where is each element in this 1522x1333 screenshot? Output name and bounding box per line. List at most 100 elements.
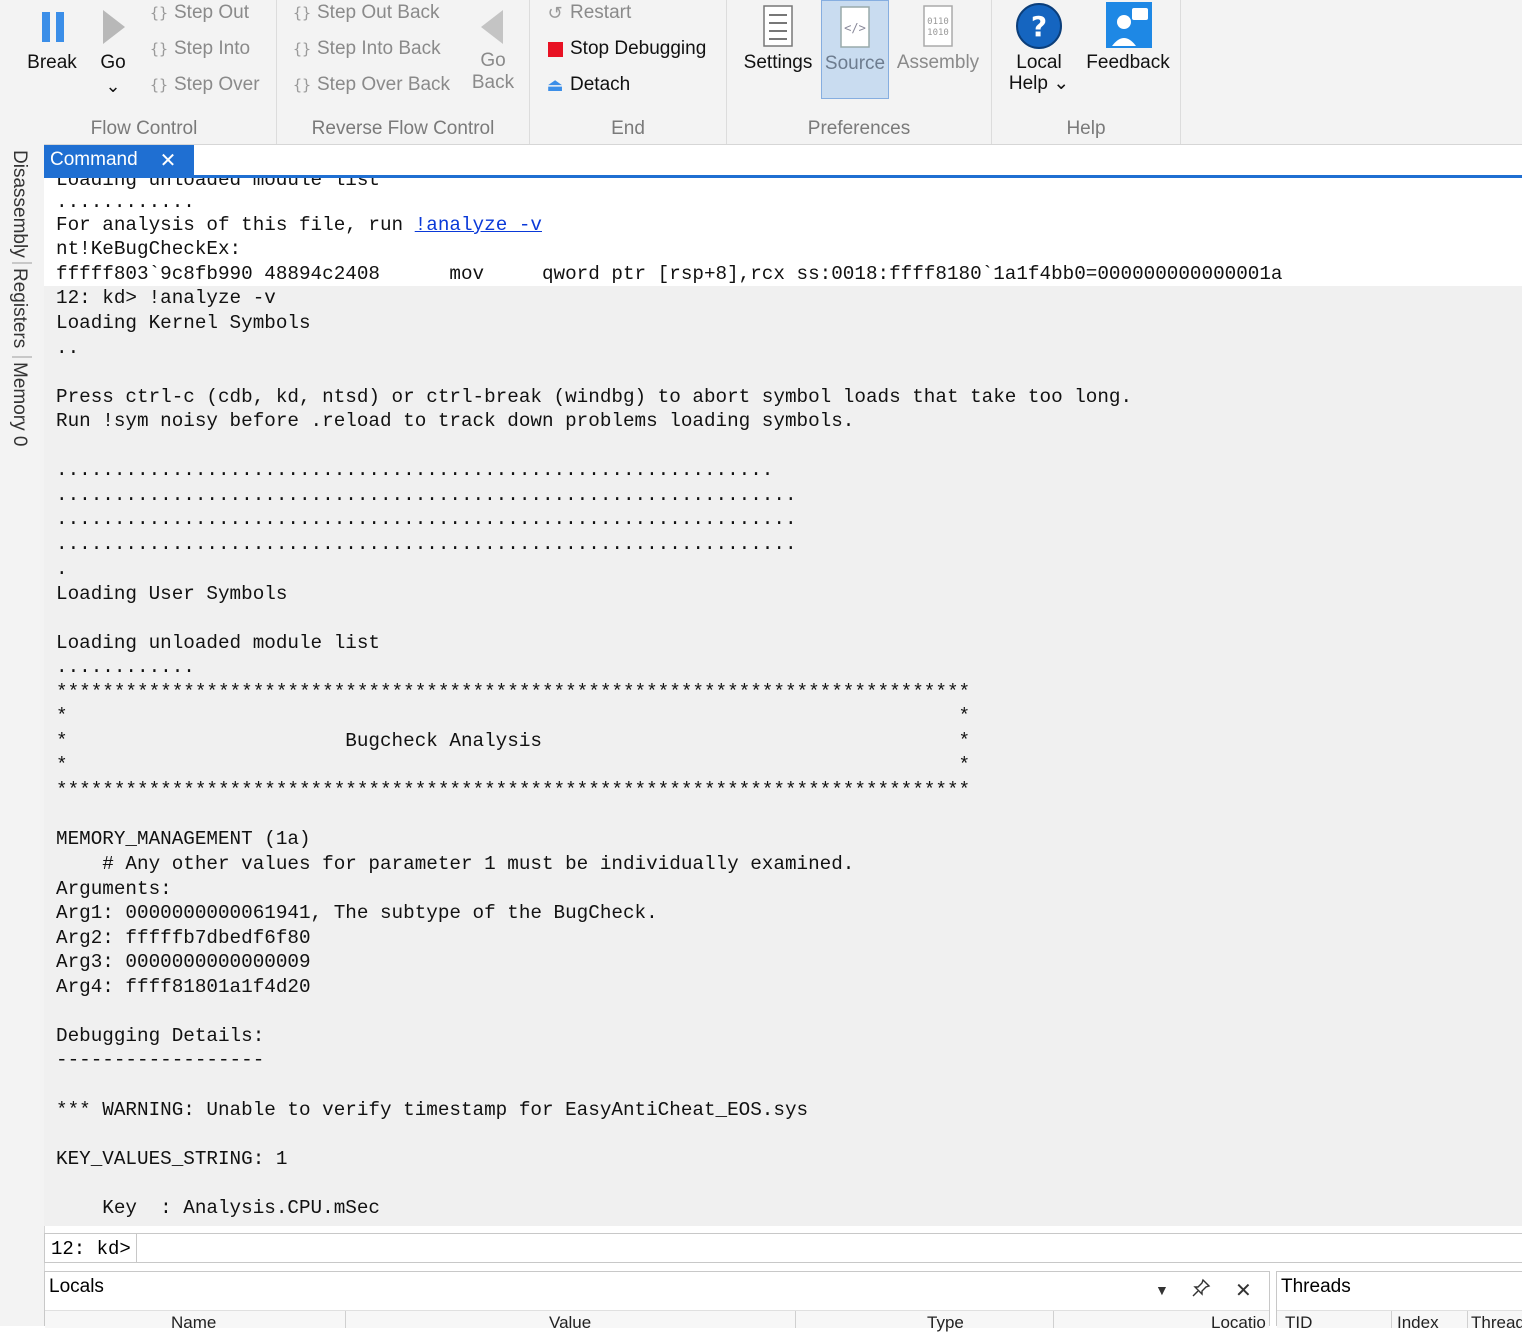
- flow-control-group: Break Go ⌄ {} Step Out {} Step Into {} Step…: [12, 0, 277, 144]
- play-back-icon: [481, 10, 503, 44]
- output-line: Arguments:: [56, 878, 172, 900]
- output-line: ------------------: [56, 1049, 265, 1071]
- tab-divider: [12, 262, 32, 264]
- step-over-back-button[interactable]: {} Step Over Back: [291, 74, 450, 96]
- feedback-icon: [1106, 2, 1152, 48]
- output-line: For analysis of this file, run !analyze …: [56, 214, 542, 236]
- close-icon[interactable]: ✕: [1235, 1278, 1252, 1303]
- step-into-back-button[interactable]: {} Step Into Back: [291, 38, 441, 60]
- output-line: Loading Kernel Symbols: [56, 312, 311, 334]
- column-header-type[interactable]: Type: [927, 1313, 964, 1333]
- output-line: ........................................…: [56, 484, 797, 506]
- column-divider[interactable]: [795, 1311, 796, 1328]
- step-into-button[interactable]: {} Step Into: [148, 38, 250, 60]
- output-line: fffff803`9c8fb990 48894c2408 mov qword p…: [56, 263, 1283, 285]
- output-line: Arg3: 0000000000000009: [56, 951, 311, 973]
- source-button[interactable]: </> Source: [821, 0, 889, 99]
- step-into-back-icon: {}: [292, 40, 312, 58]
- output-line: ............: [56, 656, 195, 678]
- step-out-button[interactable]: {} Step Out: [148, 2, 249, 24]
- threads-panel: Threads TID Index Thread: [1276, 1271, 1522, 1328]
- svg-text:?: ?: [1031, 10, 1047, 43]
- column-divider[interactable]: [1053, 1311, 1054, 1328]
- command-output[interactable]: Loading unloaded module list ...........…: [44, 178, 1522, 1226]
- output-line: Arg4: ffff81801a1f4d20: [56, 976, 311, 998]
- pin-icon-shape: [1192, 1278, 1211, 1297]
- step-out-icon: {}: [149, 4, 169, 22]
- side-tab-strip: Disassembly Registers Memory 0: [0, 144, 45, 1326]
- restart-button[interactable]: ↺ Restart: [544, 2, 631, 24]
- assembly-button[interactable]: 0110 1010 Assembly: [895, 0, 981, 74]
- output-line: * *: [56, 705, 971, 727]
- step-over-button[interactable]: {} Step Over: [148, 74, 260, 96]
- step-out-back-icon: {}: [292, 4, 312, 22]
- command-input-bar: 12: kd>: [44, 1233, 1522, 1263]
- output-line: MEMORY_MANAGEMENT (1a): [56, 828, 311, 850]
- chevron-down-icon[interactable]: ⌄: [1053, 73, 1069, 94]
- output-line: * Bugcheck Analysis *: [56, 730, 971, 752]
- command-input[interactable]: [136, 1234, 1522, 1262]
- go-button[interactable]: Go ⌄: [92, 0, 134, 97]
- group-label: Flow Control: [90, 118, 198, 139]
- column-divider[interactable]: [1467, 1311, 1468, 1328]
- stop-icon: [544, 38, 566, 60]
- step-over-back-icon: {}: [292, 76, 312, 94]
- tab-command[interactable]: Command ✕: [44, 145, 194, 175]
- output-line: ........................................…: [56, 459, 774, 481]
- play-icon: [103, 10, 125, 44]
- tab-memory-0[interactable]: Memory 0: [8, 362, 30, 446]
- pause-icon: [42, 12, 64, 42]
- help-group: ? Local Help ⌄ Feedback Help: [992, 0, 1181, 144]
- chevron-down-icon[interactable]: ⌄: [92, 76, 134, 97]
- column-divider[interactable]: [345, 1311, 346, 1328]
- svg-text:</>: </>: [844, 21, 866, 35]
- output-line: Loading unloaded module list: [56, 632, 380, 654]
- go-back-button[interactable]: Go Back: [467, 0, 519, 94]
- help-icon: ?: [1016, 3, 1062, 49]
- ribbon: Break Go ⌄ {} Step Out {} Step Into {} Step…: [0, 0, 1522, 145]
- group-label: Help: [1066, 118, 1106, 139]
- source-code-icon: </>: [840, 6, 870, 48]
- output-line: * *: [56, 754, 971, 776]
- end-group: ↺ Restart Stop Debugging ⏏ Detach End: [530, 0, 727, 144]
- kd-prompt: 12: kd>: [51, 1238, 131, 1260]
- step-out-back-button[interactable]: {} Step Out Back: [291, 2, 440, 24]
- pin-icon[interactable]: [1191, 1278, 1211, 1304]
- analyze-link[interactable]: !analyze -v: [415, 214, 542, 236]
- output-line: # Any other values for parameter 1 must …: [56, 853, 855, 875]
- column-header-location[interactable]: Locatio: [1211, 1313, 1266, 1333]
- stop-debugging-button[interactable]: Stop Debugging: [544, 38, 706, 60]
- close-icon[interactable]: ✕: [160, 148, 177, 173]
- reverse-flow-control-group: {} Step Out Back {} Step Into Back {} Step …: [277, 0, 530, 144]
- output-line: Arg2: fffffb7dbedf6f80: [56, 927, 311, 949]
- detach-button[interactable]: ⏏ Detach: [544, 74, 630, 96]
- group-label: End: [611, 118, 645, 139]
- tab-registers[interactable]: Registers: [8, 268, 30, 348]
- tab-disassembly[interactable]: Disassembly: [8, 150, 30, 258]
- settings-button[interactable]: Settings: [741, 0, 815, 74]
- output-line: ........................................…: [56, 533, 797, 555]
- output-line: Loading User Symbols: [56, 583, 288, 605]
- column-header-value[interactable]: Value: [549, 1313, 591, 1333]
- output-line: KEY_VALUES_STRING: 1: [56, 1148, 288, 1170]
- feedback-button[interactable]: Feedback: [1082, 0, 1174, 74]
- break-button[interactable]: Break: [18, 0, 86, 74]
- threads-header: TID Index Thread: [1277, 1310, 1522, 1328]
- tab-divider: [12, 356, 32, 358]
- step-over-icon: {}: [149, 76, 169, 94]
- column-divider[interactable]: [1391, 1311, 1392, 1328]
- restart-icon: ↺: [547, 2, 563, 24]
- output-line: ****************************************…: [56, 681, 971, 703]
- column-header-name[interactable]: Name: [171, 1313, 216, 1333]
- group-label: Reverse Flow Control: [311, 118, 495, 139]
- output-line: Run !sym noisy before .reload to track d…: [56, 410, 855, 432]
- output-line: *** WARNING: Unable to verify timestamp …: [56, 1099, 809, 1121]
- panel-title: Threads: [1281, 1276, 1351, 1297]
- group-label: Preferences: [807, 118, 911, 139]
- output-line: ........................................…: [56, 508, 797, 530]
- output-line: nt!KeBugCheckEx:: [56, 238, 242, 260]
- settings-icon: [763, 5, 793, 47]
- local-help-button[interactable]: ? Local Help ⌄: [1004, 0, 1074, 95]
- output-line: Key : Analysis.CPU.mSec: [56, 1197, 380, 1219]
- dropdown-icon[interactable]: ▼: [1155, 1282, 1169, 1298]
